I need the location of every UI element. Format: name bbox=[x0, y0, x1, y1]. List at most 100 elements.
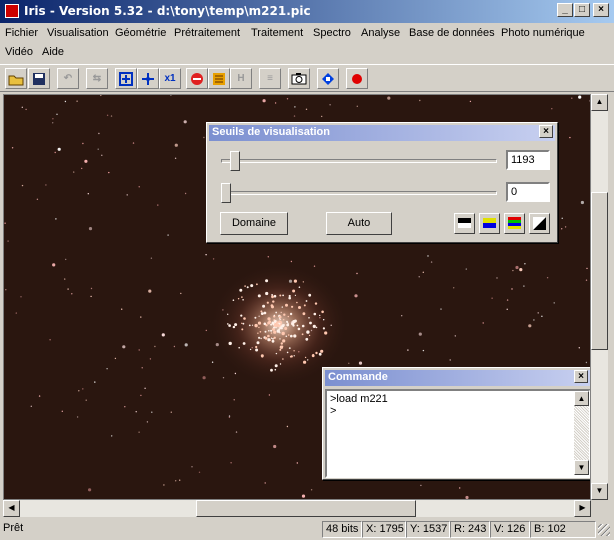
menu-pretraitement[interactable]: Prétraitement bbox=[174, 27, 240, 39]
star bbox=[419, 99, 421, 102]
menu-base-de-donnees[interactable]: Base de données bbox=[409, 27, 495, 39]
zoom-1x-button[interactable]: x1 bbox=[159, 68, 181, 89]
cluster-star bbox=[260, 354, 264, 358]
close-button[interactable]: × bbox=[593, 3, 609, 17]
menu-spectro[interactable]: Spectro bbox=[313, 27, 351, 39]
cluster-star bbox=[324, 331, 328, 335]
cluster-star bbox=[248, 324, 251, 327]
swap-icon[interactable]: ⇆ bbox=[86, 68, 108, 89]
blue-diamond-icon[interactable] bbox=[317, 68, 339, 89]
menu-analyse[interactable]: Analyse bbox=[361, 27, 400, 39]
star bbox=[81, 167, 83, 170]
menu-aide[interactable]: Aide bbox=[42, 46, 64, 58]
cluster-star bbox=[283, 319, 285, 321]
star bbox=[561, 228, 563, 230]
menu-video[interactable]: Vidéo bbox=[5, 46, 33, 58]
cluster-star bbox=[321, 310, 324, 314]
domaine-button[interactable]: Domaine bbox=[220, 212, 288, 235]
high-threshold-slider[interactable] bbox=[230, 151, 240, 171]
stop-sign-icon[interactable] bbox=[186, 68, 208, 89]
star bbox=[557, 130, 560, 132]
low-threshold-field[interactable]: 0 bbox=[506, 182, 550, 202]
cluster-star bbox=[273, 314, 276, 317]
camera-icon[interactable] bbox=[288, 68, 310, 89]
star bbox=[251, 347, 253, 349]
resize-grip-icon[interactable] bbox=[598, 524, 610, 536]
black-white-palette-icon[interactable] bbox=[454, 213, 475, 234]
star bbox=[174, 143, 178, 147]
undo-icon[interactable]: ↶ bbox=[57, 68, 79, 89]
rainbow-palette-icon[interactable] bbox=[504, 213, 525, 234]
cluster-star bbox=[241, 328, 244, 331]
histogram-icon[interactable] bbox=[208, 68, 230, 89]
cluster-star bbox=[293, 334, 297, 338]
record-dot-icon[interactable] bbox=[346, 68, 368, 89]
command-scroll-down-icon[interactable]: ▼ bbox=[574, 460, 589, 475]
thresholds-close-icon[interactable]: × bbox=[539, 125, 553, 138]
low-threshold-track[interactable] bbox=[221, 191, 497, 195]
cluster-star bbox=[286, 320, 288, 323]
command-scroll-track[interactable] bbox=[574, 406, 589, 460]
star bbox=[418, 276, 420, 278]
auto-button[interactable]: Auto bbox=[326, 212, 392, 235]
command-textarea[interactable]: >load m221 > ▲ ▼ bbox=[325, 389, 590, 478]
menu-fichier[interactable]: Fichier bbox=[5, 27, 38, 39]
star bbox=[228, 415, 231, 417]
cluster-star bbox=[281, 345, 284, 348]
command-close-icon[interactable]: × bbox=[574, 370, 588, 383]
star bbox=[564, 226, 567, 228]
star bbox=[54, 151, 56, 154]
cluster-star bbox=[227, 323, 229, 325]
cluster-star bbox=[254, 323, 258, 328]
high-threshold-track[interactable] bbox=[221, 159, 497, 163]
blue-yellow-palette-icon[interactable] bbox=[479, 213, 500, 234]
cluster-star bbox=[302, 312, 306, 316]
menu-geometrie[interactable]: Géométrie bbox=[115, 27, 166, 39]
cluster-star bbox=[266, 301, 269, 304]
scroll-down-icon[interactable]: ▼ bbox=[591, 483, 608, 500]
star bbox=[52, 263, 56, 267]
star bbox=[519, 268, 523, 272]
low-threshold-slider[interactable] bbox=[221, 183, 231, 203]
star bbox=[321, 115, 323, 118]
scroll-left-icon[interactable]: ◀ bbox=[3, 500, 20, 517]
menu-traitement[interactable]: Traitement bbox=[251, 27, 303, 39]
star bbox=[52, 118, 54, 120]
vertical-scroll-thumb[interactable] bbox=[591, 192, 608, 350]
high-threshold-field[interactable]: 1193 bbox=[506, 150, 550, 170]
star bbox=[298, 351, 300, 353]
header-icon[interactable]: H bbox=[230, 68, 252, 89]
cluster-star bbox=[288, 294, 291, 298]
maximize-button[interactable]: □ bbox=[574, 3, 590, 17]
cluster-star bbox=[301, 324, 305, 328]
star bbox=[78, 390, 80, 392]
pan-icon[interactable] bbox=[137, 68, 159, 89]
zoom-fit-icon[interactable] bbox=[115, 68, 137, 89]
command-scroll-up-icon[interactable]: ▲ bbox=[574, 391, 589, 406]
horizontal-scrollbar[interactable]: ◀ ▶ bbox=[3, 500, 591, 517]
cluster-star bbox=[318, 352, 322, 356]
save-disk-icon[interactable] bbox=[28, 68, 50, 89]
scroll-up-icon[interactable]: ▲ bbox=[591, 94, 608, 111]
horizontal-scroll-thumb[interactable] bbox=[196, 500, 416, 517]
cluster-star bbox=[254, 316, 257, 319]
cluster-star bbox=[268, 330, 270, 332]
minimize-button[interactable]: _ bbox=[557, 3, 573, 17]
cluster-star bbox=[256, 341, 260, 345]
star bbox=[551, 108, 553, 110]
menu-visualisation[interactable]: Visualisation bbox=[47, 27, 109, 39]
list-icon[interactable]: ≡ bbox=[259, 68, 281, 89]
menu-photo-numerique[interactable]: Photo numérique bbox=[501, 27, 585, 39]
image-canvas[interactable]: Seuils de visualisation × 1193 0 Domaine… bbox=[3, 94, 591, 500]
star bbox=[528, 324, 532, 328]
scroll-right-icon[interactable]: ▶ bbox=[574, 500, 591, 517]
star bbox=[100, 95, 102, 97]
cluster-star bbox=[303, 304, 306, 307]
vertical-scrollbar[interactable]: ▲ ▼ bbox=[591, 94, 608, 500]
star bbox=[387, 96, 391, 100]
cluster-star bbox=[288, 347, 291, 349]
invert-palette-icon[interactable] bbox=[529, 213, 550, 234]
star bbox=[55, 218, 57, 220]
open-folder-icon[interactable] bbox=[5, 68, 27, 89]
star bbox=[38, 395, 41, 397]
